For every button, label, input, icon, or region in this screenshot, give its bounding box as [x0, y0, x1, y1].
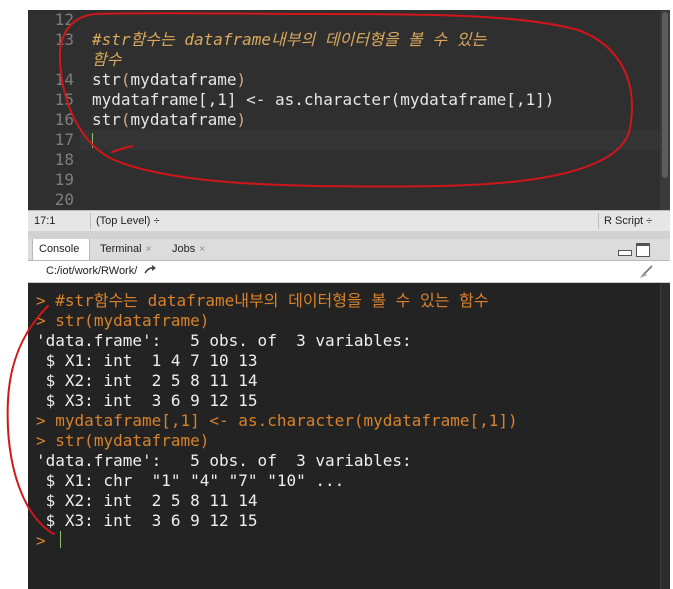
console-output-line: $ X3: int 3 6 9 12 15 [36, 391, 258, 410]
code-comment-line: #str함수는 dataframe내부의 데이터형을 볼 수 있는 [92, 30, 487, 49]
broom-icon[interactable] [638, 264, 654, 280]
console-tab-bar: Console Terminal × Jobs × [28, 239, 670, 261]
console-input-line[interactable]: > [36, 531, 46, 551]
console-line: > str(mydataframe) [36, 311, 209, 331]
function-name: str [92, 110, 121, 129]
text-cursor [60, 531, 61, 548]
command-text: str(mydataframe) [55, 311, 210, 330]
editor-scrollbar-thumb[interactable] [662, 12, 668, 178]
tab-label: Terminal [100, 243, 142, 255]
tab-label: Jobs [172, 243, 196, 255]
code-comment-line-wrap: 함수 [92, 50, 122, 69]
tab-console[interactable]: Console [32, 239, 90, 260]
console-output-line: 'data.frame': 5 obs. of 3 variables: [36, 331, 412, 350]
line-number: 20 [54, 190, 74, 209]
working-directory-bar: C:/iot/work/RWork/ [28, 261, 670, 283]
prompt: > [36, 531, 46, 550]
code-line-assignment: mydataframe[,1] <- as.character(mydatafr… [92, 90, 555, 109]
tab-terminal[interactable]: Terminal × [94, 239, 162, 260]
status-divider [598, 213, 599, 229]
status-divider [90, 213, 91, 229]
rstudio-window: 12 13 14 15 16 17 18 19 20 #str함수는 dataf… [28, 10, 670, 589]
console-output-line: $ X2: int 2 5 8 11 14 [36, 371, 258, 390]
console-line: > str(mydataframe) [36, 431, 209, 451]
scope-dropdown[interactable]: (Top Level) ÷ [96, 215, 160, 227]
line-number: 16 [54, 110, 74, 129]
line-number: 18 [54, 150, 74, 169]
line-number: 12 [54, 10, 74, 29]
console-output-line: $ X3: int 3 6 9 12 15 [36, 511, 258, 530]
function-arg: mydataframe [130, 70, 237, 89]
line-number: 14 [54, 70, 74, 89]
function-arg: mydataframe [130, 110, 237, 129]
console-line: > #str함수는 dataframe내부의 데이터형을 볼 수 있는 함수 [36, 291, 489, 311]
line-number: 13 [54, 30, 74, 49]
working-directory-path: C:/iot/work/RWork/ [46, 265, 138, 277]
command-text: #str함수는 dataframe내부의 데이터형을 볼 수 있는 함수 [55, 291, 489, 310]
maximize-icon[interactable] [636, 243, 650, 257]
console-output-line: $ X1: int 1 4 7 10 13 [36, 351, 258, 370]
code-area[interactable]: #str함수는 dataframe내부의 데이터형을 볼 수 있는 함수 str… [92, 10, 660, 210]
line-number-gutter: 12 13 14 15 16 17 18 19 20 [28, 10, 80, 210]
close-icon[interactable]: × [199, 244, 205, 255]
editor-status-bar: 17:1 (Top Level) ÷ R Script ÷ [28, 210, 670, 231]
code-line-str-call: str(mydataframe) [92, 70, 247, 89]
console-output-line: $ X2: int 2 5 8 11 14 [36, 491, 258, 510]
line-number: 19 [54, 170, 74, 189]
console-output-line: 'data.frame': 5 obs. of 3 variables: [36, 451, 412, 470]
prompt: > [36, 411, 46, 430]
close-icon[interactable]: × [146, 244, 152, 255]
source-editor[interactable]: 12 13 14 15 16 17 18 19 20 #str함수는 dataf… [28, 10, 660, 210]
console-line: > mydataframe[,1] <- as.character(mydata… [36, 411, 518, 431]
console-output[interactable]: > #str함수는 dataframe내부의 데이터형을 볼 수 있는 함수 >… [28, 283, 660, 589]
pane-splitter[interactable] [28, 231, 670, 239]
code-line-str-call: str(mydataframe) [92, 110, 247, 129]
line-number: 15 [54, 90, 74, 109]
prompt: > [36, 311, 46, 330]
text-cursor [92, 133, 93, 148]
command-text: mydataframe[,1] <- as.character(mydatafr… [55, 411, 518, 430]
console-output-line: $ X1: chr "1" "4" "7" "10" ... [36, 471, 345, 490]
cursor-position: 17:1 [34, 215, 56, 227]
command-text: str(mydataframe) [55, 431, 210, 450]
prompt: > [36, 431, 46, 450]
tab-jobs[interactable]: Jobs × [166, 239, 216, 260]
console-scrollbar-track[interactable] [660, 283, 670, 589]
file-type-dropdown[interactable]: R Script ÷ [604, 215, 652, 227]
prompt: > [36, 291, 46, 310]
line-number: 17 [54, 130, 74, 149]
function-name: str [92, 70, 121, 89]
tab-label: Console [39, 243, 80, 255]
minimize-icon[interactable] [618, 250, 632, 256]
arrow-right-icon[interactable] [144, 263, 158, 277]
